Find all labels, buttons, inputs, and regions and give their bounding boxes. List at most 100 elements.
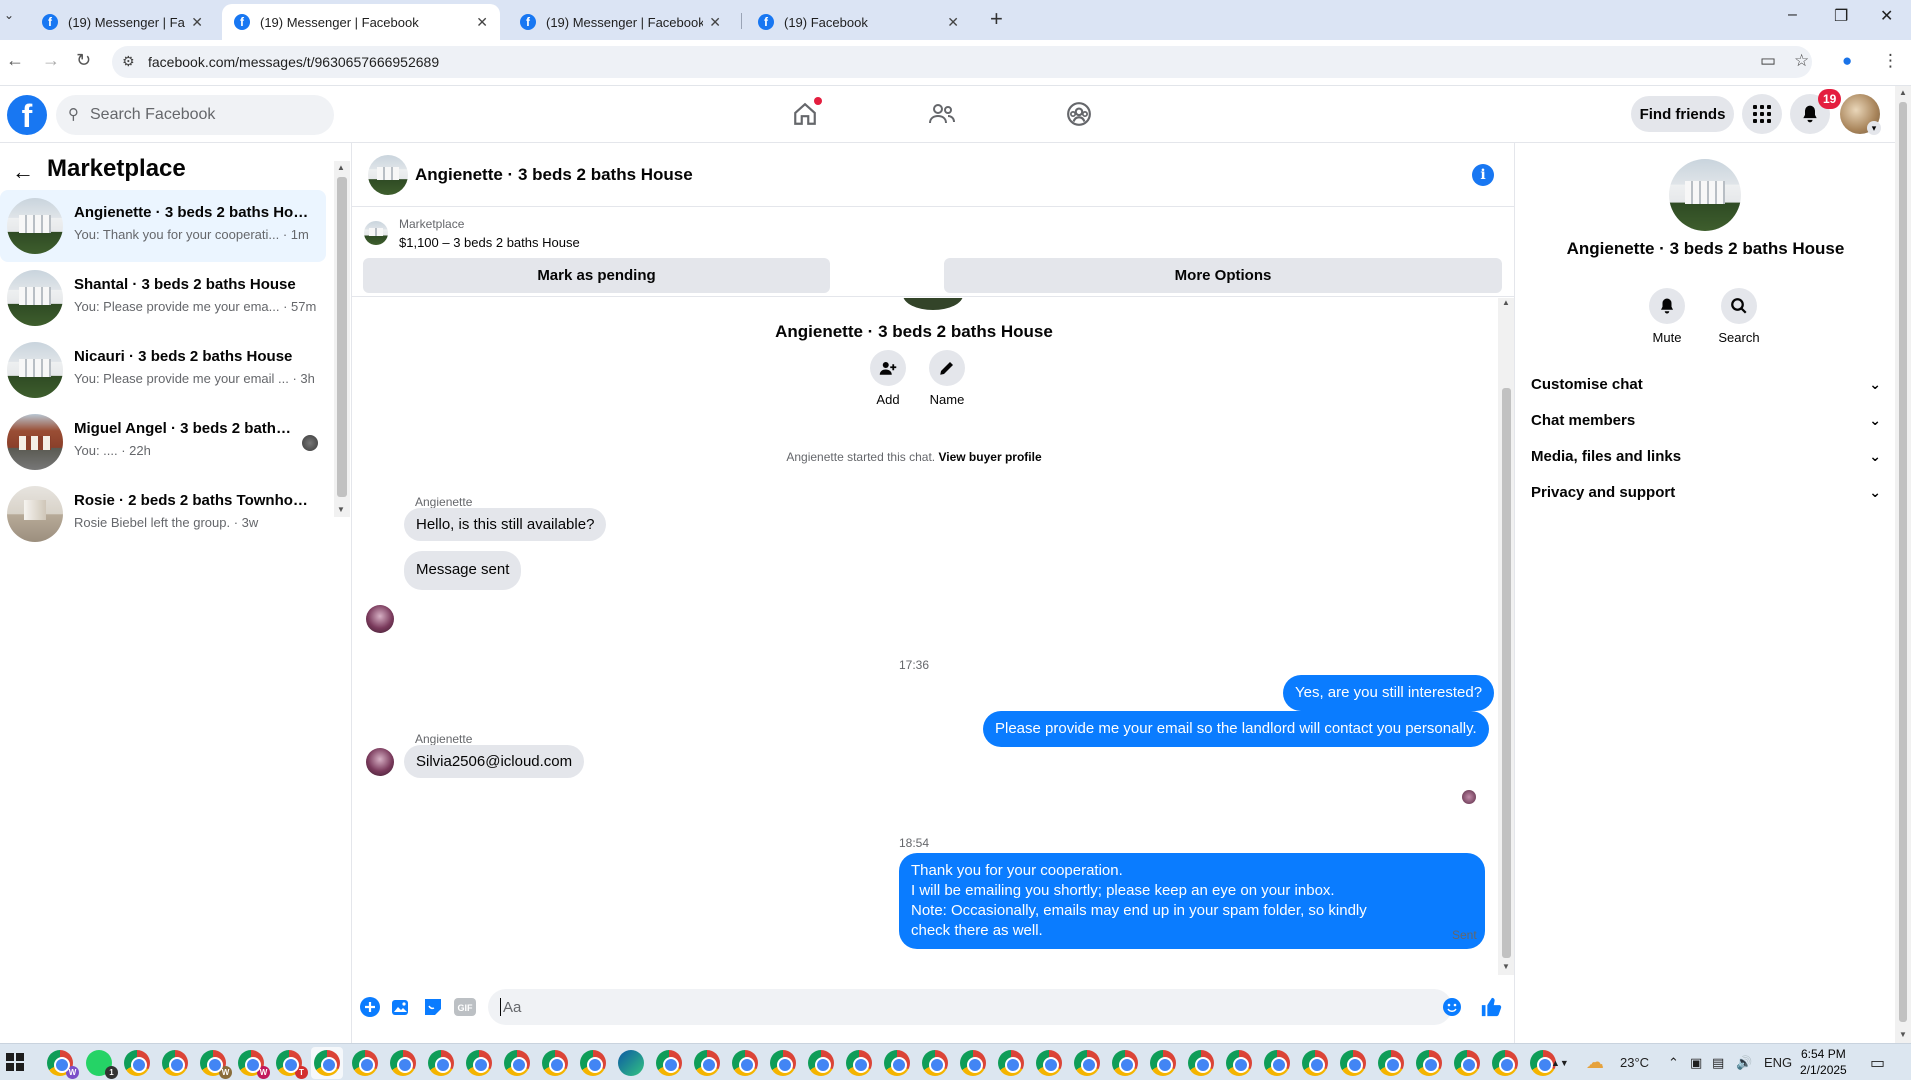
tab-search-dropdown-icon[interactable]: ⌄	[4, 8, 14, 22]
scroll-up-icon[interactable]: ▲	[337, 163, 345, 172]
chat-avatar[interactable]	[368, 155, 408, 195]
weather-temp[interactable]: 23°C	[1620, 1044, 1649, 1080]
restore-icon[interactable]: ❐	[1834, 6, 1848, 26]
chrome-taskbar-icon[interactable]	[1074, 1050, 1100, 1076]
back-icon[interactable]: ←	[6, 50, 24, 71]
chrome-taskbar-icon[interactable]	[694, 1050, 720, 1076]
chrome-taskbar-icon[interactable]	[846, 1050, 872, 1076]
chrome-taskbar-icon[interactable]	[998, 1050, 1024, 1076]
network-icon[interactable]: ▤	[1712, 1044, 1724, 1080]
emoji-icon[interactable]	[1441, 996, 1463, 1018]
scroll-up-icon[interactable]: ▲	[1899, 88, 1907, 97]
scroll-down-icon[interactable]: ▼	[1899, 1030, 1907, 1039]
language-indicator[interactable]: ENG	[1764, 1044, 1792, 1080]
account-chevron-icon[interactable]: ▾	[1867, 121, 1881, 135]
message-bubble-incoming[interactable]: Silvia2506@icloud.com	[404, 745, 585, 778]
friends-nav-icon[interactable]	[924, 96, 960, 132]
scrollbar-thumb[interactable]	[337, 177, 347, 497]
chrome-taskbar-icon[interactable]	[352, 1050, 378, 1076]
page-scrollbar[interactable]: ▲ ▼	[1895, 86, 1911, 1043]
tab-close-icon[interactable]: ✕	[709, 14, 721, 31]
facebook-search-input[interactable]: ⚲ Search Facebook	[56, 95, 334, 135]
chrome-taskbar-icon[interactable]	[124, 1050, 150, 1076]
whatsapp-taskbar-icon[interactable]: 1	[86, 1050, 118, 1079]
message-bubble-outgoing[interactable]: Please provide me your email so the land…	[983, 711, 1489, 747]
tab-close-icon[interactable]: ✕	[191, 14, 203, 31]
weather-icon[interactable]: ☁	[1586, 1044, 1604, 1080]
meet-now-icon[interactable]: ▣	[1690, 1044, 1702, 1080]
message-bubble-incoming[interactable]: Message sent	[404, 551, 522, 590]
url-field[interactable]: ⚙ facebook.com/messages/t/96306576669526…	[112, 46, 1812, 78]
volume-icon[interactable]: 🔊	[1736, 1044, 1752, 1080]
scrollbar-thumb[interactable]	[1899, 102, 1907, 1022]
privacy-support-section[interactable]: Privacy and support ⌄	[1531, 474, 1881, 510]
groups-nav-icon[interactable]	[1061, 96, 1097, 132]
browser-menu-icon[interactable]: ⋮	[1882, 51, 1899, 71]
reload-icon[interactable]: ↻	[76, 50, 91, 71]
more-options-button[interactable]: More Options	[944, 258, 1502, 293]
menu-grid-icon[interactable]	[1742, 94, 1782, 134]
chrome-taskbar-icon[interactable]	[428, 1050, 454, 1076]
chrome-taskbar-icon[interactable]	[960, 1050, 986, 1076]
details-avatar[interactable]	[1669, 159, 1741, 231]
conversation-item[interactable]: Shantal · 3 beds 2 baths House You: Plea…	[0, 262, 326, 334]
add-people-button[interactable]: Add	[858, 350, 918, 407]
conversation-item[interactable]: Miguel Angel · 3 beds 2 baths House You:…	[0, 406, 326, 478]
plus-circle-icon[interactable]	[359, 996, 381, 1018]
scroll-up-icon[interactable]: ▲	[1502, 298, 1510, 307]
chrome-taskbar-icon[interactable]	[1302, 1050, 1328, 1076]
chrome-taskbar-icon[interactable]	[884, 1050, 910, 1076]
chrome-taskbar-icon[interactable]	[1340, 1050, 1366, 1076]
browser-tab-active[interactable]: f (19) Messenger | Facebook ✕	[222, 4, 500, 40]
profile-icon[interactable]: ●	[1842, 51, 1852, 71]
mute-button[interactable]: Mute	[1637, 288, 1697, 345]
sender-avatar[interactable]	[366, 748, 394, 776]
close-window-icon[interactable]: ✕	[1880, 6, 1893, 26]
chat-title[interactable]: Angienette · 3 beds 2 baths House	[415, 165, 693, 185]
sidebar-scrollbar[interactable]: ▲ ▼	[334, 161, 350, 517]
thread-scrollbar[interactable]: ▲ ▼	[1498, 298, 1514, 975]
chrome-taskbar-icon[interactable]	[1112, 1050, 1138, 1076]
site-settings-icon[interactable]: ⚙	[122, 53, 135, 70]
sticker-icon[interactable]	[422, 996, 444, 1018]
new-tab-icon[interactable]: +	[990, 6, 1003, 32]
listing-thumb[interactable]	[364, 221, 388, 245]
taskbar-scroll-icon[interactable]: ▲▼	[1551, 1044, 1569, 1080]
view-buyer-profile-link[interactable]: View buyer profile	[938, 450, 1041, 464]
home-nav-icon[interactable]	[787, 96, 823, 132]
scrollbar-thumb[interactable]	[1502, 388, 1511, 958]
name-chat-button[interactable]: Name	[917, 350, 977, 407]
scroll-down-icon[interactable]: ▼	[1502, 962, 1510, 971]
back-arrow-icon[interactable]: ←	[12, 159, 34, 185]
chrome-taskbar-icon[interactable]	[390, 1050, 416, 1076]
forward-icon[interactable]: →	[42, 50, 60, 71]
chrome-taskbar-icon[interactable]	[1454, 1050, 1480, 1076]
chrome-taskbar-icon[interactable]	[1264, 1050, 1290, 1076]
photo-icon[interactable]	[390, 996, 412, 1018]
chrome-taskbar-icon[interactable]	[1492, 1050, 1518, 1076]
chrome-taskbar-icon[interactable]	[1378, 1050, 1404, 1076]
conversation-item[interactable]: Nicauri · 3 beds 2 baths House You: Plea…	[0, 334, 326, 406]
chrome-taskbar-icon[interactable]	[466, 1050, 492, 1076]
mark-as-pending-button[interactable]: Mark as pending	[363, 258, 830, 293]
bookmark-star-icon[interactable]: ☆	[1794, 51, 1809, 71]
windows-start-icon[interactable]	[6, 1053, 24, 1071]
chrome-taskbar-icon[interactable]	[580, 1050, 606, 1076]
facebook-logo-icon[interactable]: f	[7, 95, 47, 135]
browser-tab[interactable]: f (19) Messenger | Facebook ✕	[508, 4, 733, 40]
chrome-taskbar-icon[interactable]: T	[276, 1050, 308, 1079]
message-bubble-incoming[interactable]: Hello, is this still available?	[404, 508, 607, 541]
search-in-chat-button[interactable]: Search	[1709, 288, 1769, 345]
chrome-taskbar-icon[interactable]	[1416, 1050, 1442, 1076]
chrome-taskbar-icon[interactable]	[808, 1050, 834, 1076]
chrome-taskbar-icon[interactable]	[1226, 1050, 1252, 1076]
chrome-taskbar-icon[interactable]	[922, 1050, 948, 1076]
message-input[interactable]: Aa	[488, 989, 1452, 1025]
chrome-taskbar-icon[interactable]: W	[200, 1050, 232, 1079]
conversation-item[interactable]: Angienette · 3 beds 2 baths House You: T…	[0, 190, 326, 262]
message-bubble-outgoing[interactable]: Yes, are you still interested?	[1283, 675, 1495, 711]
chrome-taskbar-icon[interactable]	[732, 1050, 758, 1076]
install-app-icon[interactable]: ▭	[1760, 51, 1776, 71]
sender-avatar[interactable]	[366, 605, 394, 633]
thumbs-up-icon[interactable]	[1480, 996, 1502, 1018]
